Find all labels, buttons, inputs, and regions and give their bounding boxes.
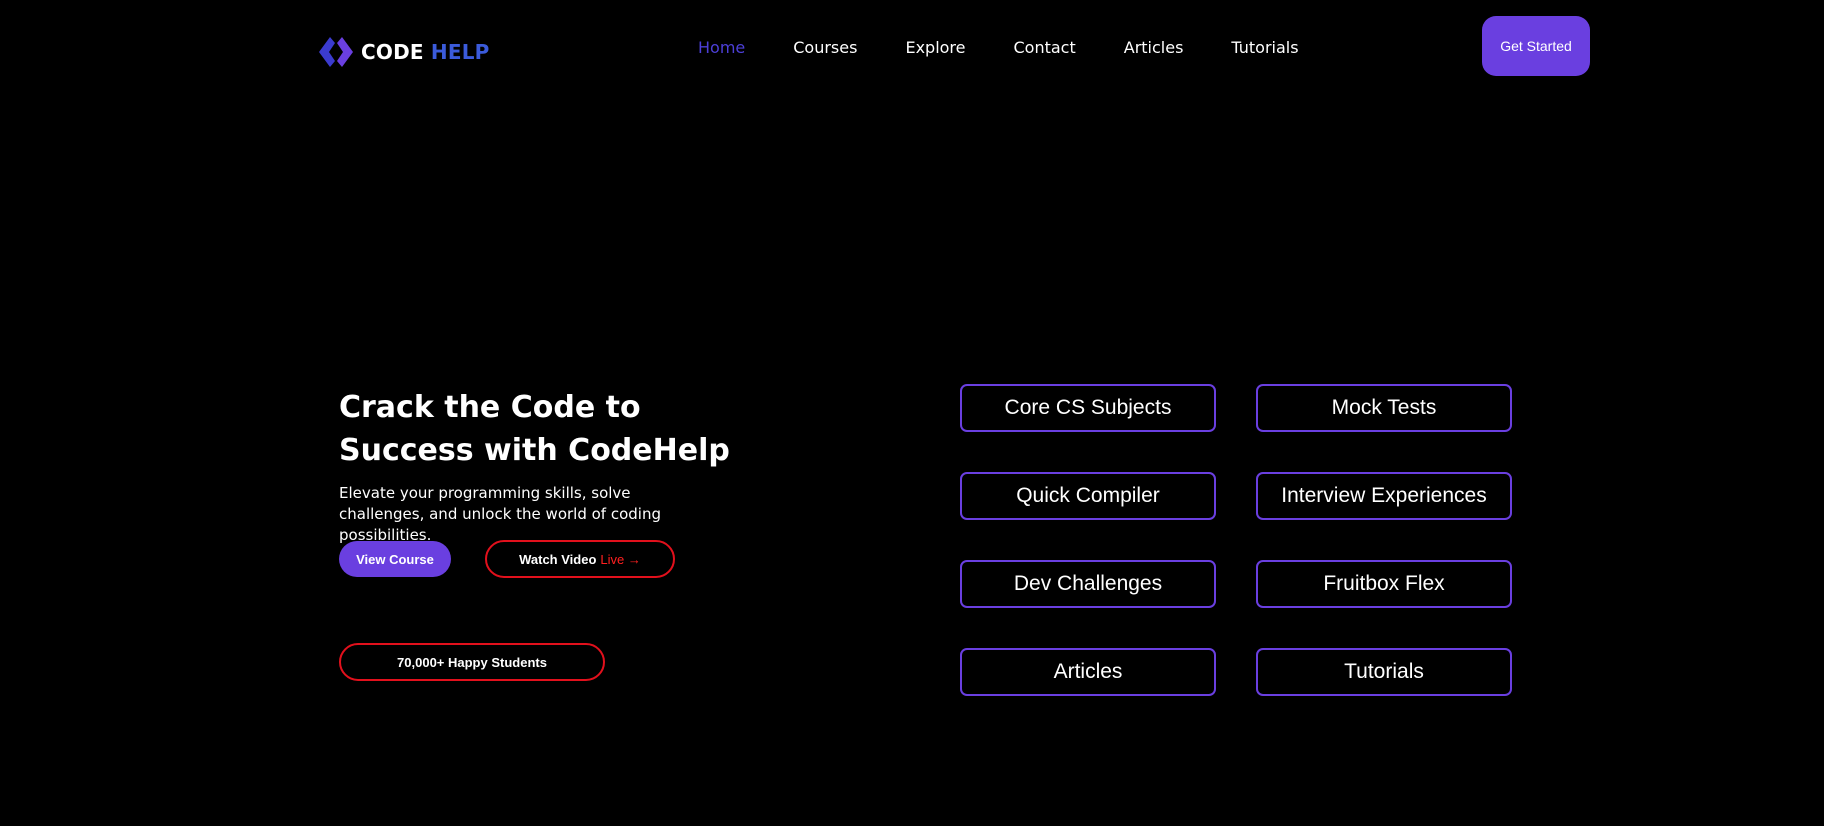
page: CODE HELP Home Courses Explore Contact A…	[0, 0, 1824, 826]
logo-help-text: HELP	[430, 40, 490, 64]
hero-subtitle: Elevate your programming skills, solve c…	[339, 484, 661, 544]
logo-code-text: CODE	[361, 40, 424, 64]
nav-tutorials[interactable]: Tutorials	[1231, 38, 1298, 57]
feature-core-cs-subjects[interactable]: Core CS Subjects	[960, 384, 1216, 432]
nav-explore[interactable]: Explore	[905, 38, 965, 57]
feature-dev-challenges[interactable]: Dev Challenges	[960, 560, 1216, 608]
nav-articles[interactable]: Articles	[1124, 38, 1184, 57]
code-brackets-icon	[319, 37, 353, 67]
view-course-button[interactable]: View Course	[339, 541, 451, 577]
feature-articles[interactable]: Articles	[960, 648, 1216, 696]
logo-text: CODE HELP	[361, 42, 490, 62]
hero-title: Crack the Code to Success with CodeHelp	[339, 390, 730, 468]
nav-home[interactable]: Home	[698, 38, 745, 57]
watch-video-button[interactable]: Watch Video Live →	[485, 540, 675, 578]
feature-interview-experiences[interactable]: Interview Experiences	[1256, 472, 1512, 520]
feature-mock-tests[interactable]: Mock Tests	[1256, 384, 1512, 432]
feature-tutorials[interactable]: Tutorials	[1256, 648, 1512, 696]
logo[interactable]: CODE HELP	[317, 34, 490, 70]
feature-quick-compiler[interactable]: Quick Compiler	[960, 472, 1216, 520]
feature-grid: Core CS Subjects Mock Tests Quick Compil…	[960, 384, 1512, 696]
watch-video-label: Watch Video	[519, 551, 597, 567]
main-nav: Home Courses Explore Contact Articles Tu…	[698, 36, 1299, 58]
nav-contact[interactable]: Contact	[1014, 38, 1076, 57]
happy-students-badge: 70,000+ Happy Students	[339, 643, 605, 681]
get-started-button[interactable]: Get Started	[1482, 16, 1590, 76]
live-label: Live →	[600, 551, 641, 567]
nav-courses[interactable]: Courses	[793, 38, 857, 57]
feature-fruitbox-flex[interactable]: Fruitbox Flex	[1256, 560, 1512, 608]
